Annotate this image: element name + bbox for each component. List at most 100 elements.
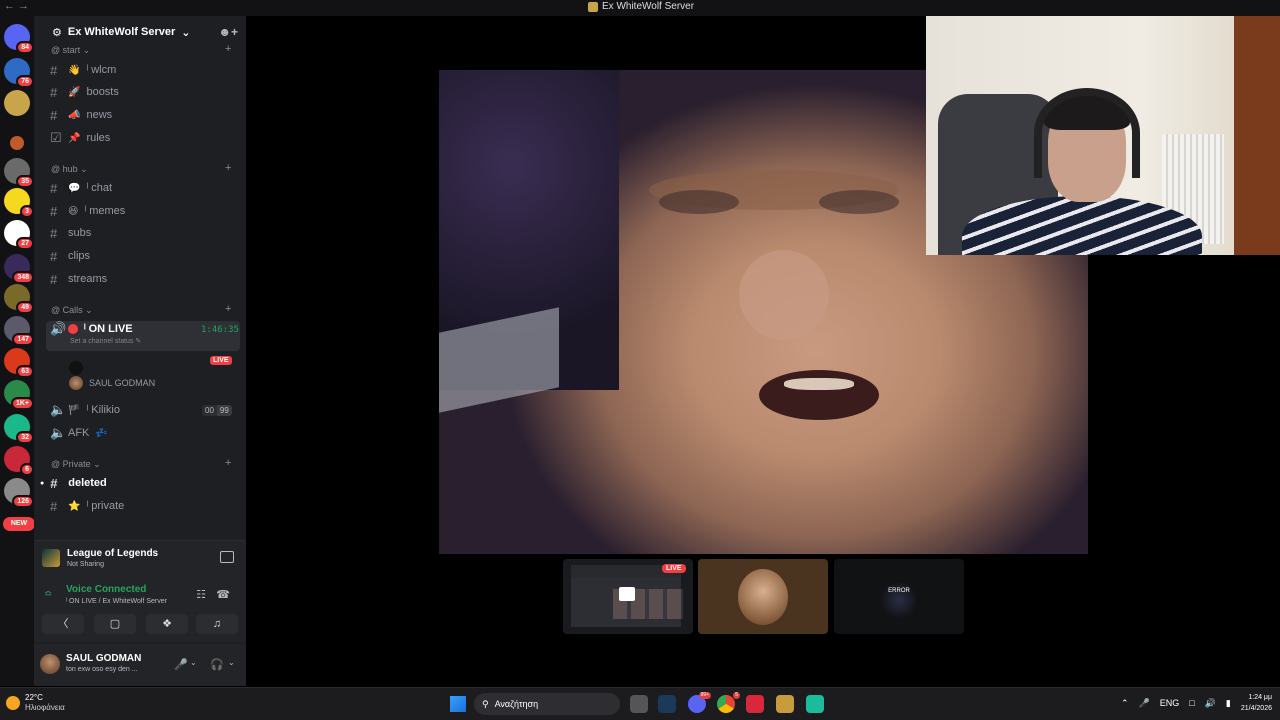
channel-rules[interactable]: ☑ 📌 rules xyxy=(50,128,110,148)
category-private[interactable]: @ Private ⌄ + xyxy=(51,457,231,470)
nav-arrows[interactable]: ← → xyxy=(4,0,29,13)
chevron-up-icon[interactable]: ⌃ xyxy=(1121,698,1129,709)
add-member-icon[interactable]: ☻+ xyxy=(218,25,238,39)
server-icon xyxy=(588,2,598,12)
task-view-icon[interactable] xyxy=(630,695,648,713)
channel-label: ˡ private xyxy=(86,500,125,512)
stream-thumbnail-error[interactable]: ERROR xyxy=(834,559,964,634)
webcam-headset xyxy=(1034,88,1140,178)
server-icon-11[interactable]: 1K+ xyxy=(4,380,34,410)
voice-channel-on-live[interactable]: 🔊 ˡ ON LIVE xyxy=(50,319,133,339)
signal-icon[interactable]: ≏ xyxy=(44,589,52,600)
add-channel-icon[interactable]: + xyxy=(225,162,231,174)
voice-member-saul[interactable]: SAUL GODMAN xyxy=(69,376,155,390)
soundboard-button[interactable]: ♫ xyxy=(196,614,238,634)
server-icon-5[interactable]: 3 xyxy=(4,188,34,218)
server-badge: 3 xyxy=(20,205,34,218)
voice-connected-label[interactable]: Voice Connected xyxy=(66,584,146,595)
server-badge: 76 xyxy=(16,75,34,88)
new-badge[interactable]: NEW xyxy=(3,517,35,531)
steam-icon[interactable] xyxy=(658,695,676,713)
username[interactable]: SAUL GODMAN xyxy=(66,653,141,664)
voice-location[interactable]: ˡ ON LIVE / Ex WhiteWolf Server xyxy=(66,598,167,605)
server-icon-9[interactable]: 147 xyxy=(4,316,34,346)
search-icon: ⚲ xyxy=(482,698,489,709)
weather-widget[interactable]: 22°C Ηλιοφάνεια xyxy=(6,693,65,713)
channel-wlcm[interactable]: # 👋 ˡ wlcm xyxy=(50,60,116,80)
channel-private[interactable]: # ⭐ ˡ private xyxy=(50,496,124,516)
channel-deleted[interactable]: ● # deleted xyxy=(40,473,107,493)
video-face-teeth xyxy=(784,378,854,390)
server-icon-8[interactable]: 49 xyxy=(4,284,34,314)
server-icon-4[interactable]: 35 xyxy=(4,158,34,188)
discord-home-icon[interactable]: 84 xyxy=(4,24,34,54)
add-channel-icon[interactable]: + xyxy=(225,303,231,315)
riot-client-icon[interactable] xyxy=(746,695,764,713)
discord-taskbar-icon[interactable]: 99+ xyxy=(688,692,711,713)
channel-streams[interactable]: # streams xyxy=(50,269,107,289)
window-title-text: Ex WhiteWolf Server xyxy=(602,1,695,12)
server-badge: 49 xyxy=(16,301,34,314)
user-count: 00 xyxy=(202,405,217,416)
disconnect-icon[interactable]: ☎ xyxy=(216,588,230,601)
category-hub[interactable]: @ hub ⌄ + xyxy=(51,162,231,175)
stream-thumbnail-saul[interactable] xyxy=(698,559,828,634)
volume-icon[interactable]: 🔊 xyxy=(1205,698,1216,709)
server-header[interactable]: ⚙ Ex WhiteWolf Server ⌄ ☻+ xyxy=(34,16,246,48)
league-client-icon[interactable] xyxy=(776,695,794,713)
battery-icon[interactable]: ▮ xyxy=(1226,698,1231,709)
voice-stage: LIVE ERROR xyxy=(246,16,1280,686)
category-label: @ hub xyxy=(51,164,78,174)
add-channel-icon[interactable]: + xyxy=(225,457,231,469)
server-icon-13[interactable]: 6 xyxy=(4,446,34,476)
channel-label: deleted xyxy=(68,477,107,489)
stream-thumbnail-screen[interactable]: LIVE xyxy=(563,559,693,634)
microphone-icon[interactable]: 🎤 xyxy=(174,658,188,671)
chevron-down-icon[interactable]: ⌄ xyxy=(190,658,197,667)
voice-member-1[interactable] xyxy=(69,361,83,375)
server-icon-10[interactable]: 63 xyxy=(4,348,34,378)
server-icon-14[interactable]: 126 xyxy=(4,478,34,508)
microphone-tray-icon[interactable]: 🎤 xyxy=(1139,698,1150,709)
channel-clips[interactable]: # clips xyxy=(50,246,90,266)
weather-condition: Ηλιοφάνεια xyxy=(25,703,65,712)
speaker-active-icon: 🔊 xyxy=(50,321,67,336)
channel-memes[interactable]: # 😆 ˡ memes xyxy=(50,201,125,221)
camera-off-button[interactable]: 〈 xyxy=(42,614,84,634)
category-start[interactable]: @ start ⌄ + xyxy=(51,43,231,56)
server-icon-6[interactable]: 27 xyxy=(4,220,34,250)
server-icon-12[interactable]: 32 xyxy=(4,414,34,444)
channel-boosts[interactable]: # 🚀 boosts xyxy=(50,82,119,102)
windows-start-icon[interactable] xyxy=(450,696,466,712)
chrome-icon[interactable]: 5 xyxy=(717,692,740,713)
headphones-icon[interactable]: 🎧 xyxy=(210,658,224,671)
activities-button[interactable]: ❖ xyxy=(146,614,188,634)
add-channel-icon[interactable]: + xyxy=(225,43,231,55)
voice-channel-kilikio[interactable]: 🔈 🏴 ˡ Kilikio xyxy=(50,400,120,420)
noise-suppression-icon[interactable]: ☷ xyxy=(196,588,206,601)
server-icon-3[interactable] xyxy=(10,136,24,150)
clock[interactable]: 1:24 μμ 21/4/2026 xyxy=(1241,692,1272,714)
server-icon-2[interactable] xyxy=(4,90,30,116)
chevron-down-icon[interactable]: ⌄ xyxy=(228,658,235,667)
pin-emoji-icon: 📌 xyxy=(68,132,81,144)
server-name: Ex WhiteWolf Server xyxy=(67,26,176,38)
home-badge: 84 xyxy=(16,41,34,54)
share-screen-icon[interactable] xyxy=(220,551,234,563)
streaming-app-icon[interactable] xyxy=(806,695,824,713)
taskbar-search[interactable]: ⚲ Αναζήτηση xyxy=(474,693,620,715)
channel-subs[interactable]: # subs xyxy=(50,223,91,243)
server-badge: 32 xyxy=(16,431,34,444)
user-avatar[interactable] xyxy=(40,654,60,674)
error-avatar: ERROR xyxy=(880,581,918,619)
network-icon[interactable]: □ xyxy=(1189,698,1194,708)
server-icon-1[interactable]: 76 xyxy=(4,58,34,88)
share-screen-button[interactable]: ▢ xyxy=(94,614,136,634)
channel-chat[interactable]: # 💬 ˡ chat xyxy=(50,178,112,198)
category-calls[interactable]: @ Calls ⌄ + xyxy=(51,303,231,316)
voice-channel-afk[interactable]: 🔈 AFK 💤 xyxy=(50,423,108,443)
set-channel-status[interactable]: Set a channel status ✎ xyxy=(70,337,141,345)
channel-news[interactable]: # 📣 news xyxy=(50,105,112,125)
server-icon-7[interactable]: 348 xyxy=(4,254,34,284)
language-indicator[interactable]: ENG xyxy=(1160,698,1180,708)
